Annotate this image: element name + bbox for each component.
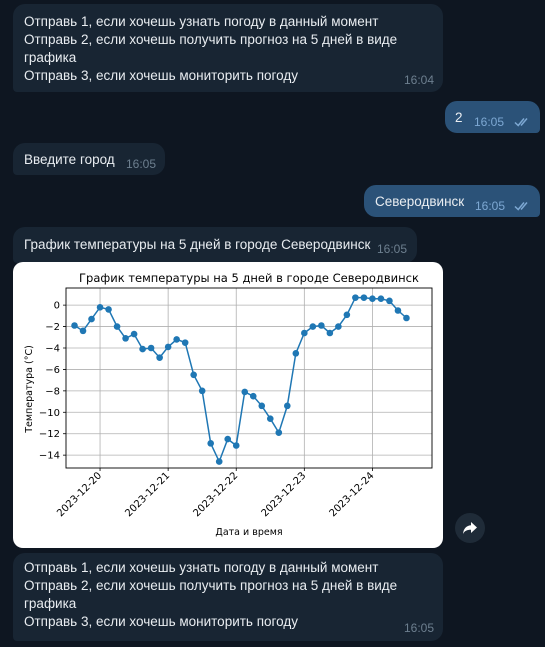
data-point bbox=[71, 322, 78, 329]
message-bubble-instructions[interactable]: Отправь 1, если хочешь узнать погоду в д… bbox=[13, 553, 443, 641]
data-point bbox=[301, 329, 308, 337]
data-point bbox=[88, 315, 95, 323]
data-point bbox=[292, 350, 300, 357]
data-point bbox=[224, 435, 232, 443]
message-text: Отправь 1, если хочешь узнать погоду в д… bbox=[24, 14, 398, 83]
y-tick-label: 0 bbox=[54, 301, 60, 312]
y-tick-label: −10 bbox=[39, 408, 60, 419]
data-point bbox=[249, 392, 257, 400]
data-point bbox=[369, 295, 376, 303]
data-point bbox=[79, 327, 87, 335]
data-point bbox=[215, 458, 223, 465]
data-point bbox=[113, 323, 121, 330]
data-point bbox=[198, 387, 206, 395]
message-bubble-instructions[interactable]: Отправь 1, если хочешь узнать погоду в д… bbox=[13, 4, 443, 92]
y-tick-label: −8 bbox=[45, 386, 60, 397]
y-tick-label: −2 bbox=[45, 322, 60, 333]
message-text: Отправь 1, если хочешь узнать погоду в д… bbox=[24, 560, 398, 629]
data-point bbox=[377, 295, 385, 303]
y-tick-label: −12 bbox=[39, 429, 60, 440]
message-time: 16:05 bbox=[126, 157, 157, 171]
chart-title: График температуры на 5 дней в городе Се… bbox=[79, 271, 419, 285]
double-check-icon bbox=[514, 202, 528, 211]
temperature-chart: График температуры на 5 дней в городе Се… bbox=[24, 271, 433, 538]
y-tick-label: −14 bbox=[39, 451, 60, 462]
data-point bbox=[105, 306, 112, 313]
message-bubble-city-prompt[interactable]: Введите город 16:05 bbox=[13, 143, 165, 175]
message-text: График температуры на 5 дней в городе Се… bbox=[24, 237, 371, 252]
data-point bbox=[403, 314, 410, 322]
message-time: 16:05 bbox=[474, 115, 505, 129]
x-tick-label: 2023-12-23 bbox=[260, 470, 309, 519]
data-point bbox=[386, 297, 393, 305]
data-point bbox=[309, 323, 317, 330]
data-point bbox=[326, 329, 334, 337]
data-point bbox=[318, 322, 325, 329]
data-point bbox=[139, 345, 146, 353]
data-point bbox=[207, 440, 214, 447]
data-point bbox=[352, 294, 359, 301]
data-point bbox=[275, 429, 283, 436]
data-point bbox=[241, 388, 249, 396]
data-point bbox=[284, 402, 291, 410]
data-point bbox=[190, 371, 197, 379]
share-arrow-icon bbox=[463, 522, 477, 534]
x-tick-label: 2023-12-24 bbox=[328, 470, 377, 519]
data-point bbox=[360, 294, 368, 301]
data-point bbox=[130, 330, 138, 338]
message-bubble-outgoing[interactable]: 2 16:05 bbox=[445, 101, 540, 133]
data-point bbox=[164, 343, 172, 351]
data-point bbox=[181, 339, 189, 346]
plot-area bbox=[66, 288, 432, 468]
message-time: 16:05 bbox=[403, 621, 434, 635]
message-bubble-chart-caption[interactable]: График температуры на 5 дней в городе Се… bbox=[13, 227, 417, 263]
message-time: 16:05 bbox=[475, 199, 506, 213]
message-bubble-outgoing[interactable]: Северодвинск 16:05 bbox=[364, 185, 540, 217]
x-tick-label: 2023-12-20 bbox=[55, 470, 104, 519]
message-time: 16:04 bbox=[403, 73, 434, 87]
share-button[interactable] bbox=[455, 513, 485, 543]
data-point bbox=[335, 323, 342, 330]
message-text: Введите город bbox=[24, 152, 115, 167]
data-point bbox=[394, 307, 402, 314]
data-point bbox=[343, 311, 351, 319]
chart-image[interactable]: График температуры на 5 дней в городе Се… bbox=[13, 262, 443, 548]
data-point bbox=[173, 336, 180, 343]
data-point bbox=[258, 402, 266, 410]
data-point bbox=[147, 344, 155, 352]
message-text: 2 bbox=[455, 110, 463, 125]
data-point bbox=[156, 354, 163, 361]
message-time: 16:05 bbox=[377, 242, 408, 256]
data-point bbox=[96, 303, 104, 311]
double-check-icon bbox=[514, 118, 528, 127]
y-tick-label: −6 bbox=[45, 365, 60, 376]
y-axis-label: Температура (°C) bbox=[24, 345, 35, 434]
x-tick-label: 2023-12-21 bbox=[123, 470, 172, 519]
data-point bbox=[122, 335, 129, 342]
message-text: Северодвинск bbox=[375, 194, 465, 209]
y-tick-label: −4 bbox=[45, 344, 60, 355]
data-point bbox=[266, 415, 274, 423]
data-point bbox=[232, 442, 240, 449]
x-tick-label: 2023-12-22 bbox=[191, 470, 240, 519]
x-axis-label: Дата и время bbox=[215, 527, 282, 538]
